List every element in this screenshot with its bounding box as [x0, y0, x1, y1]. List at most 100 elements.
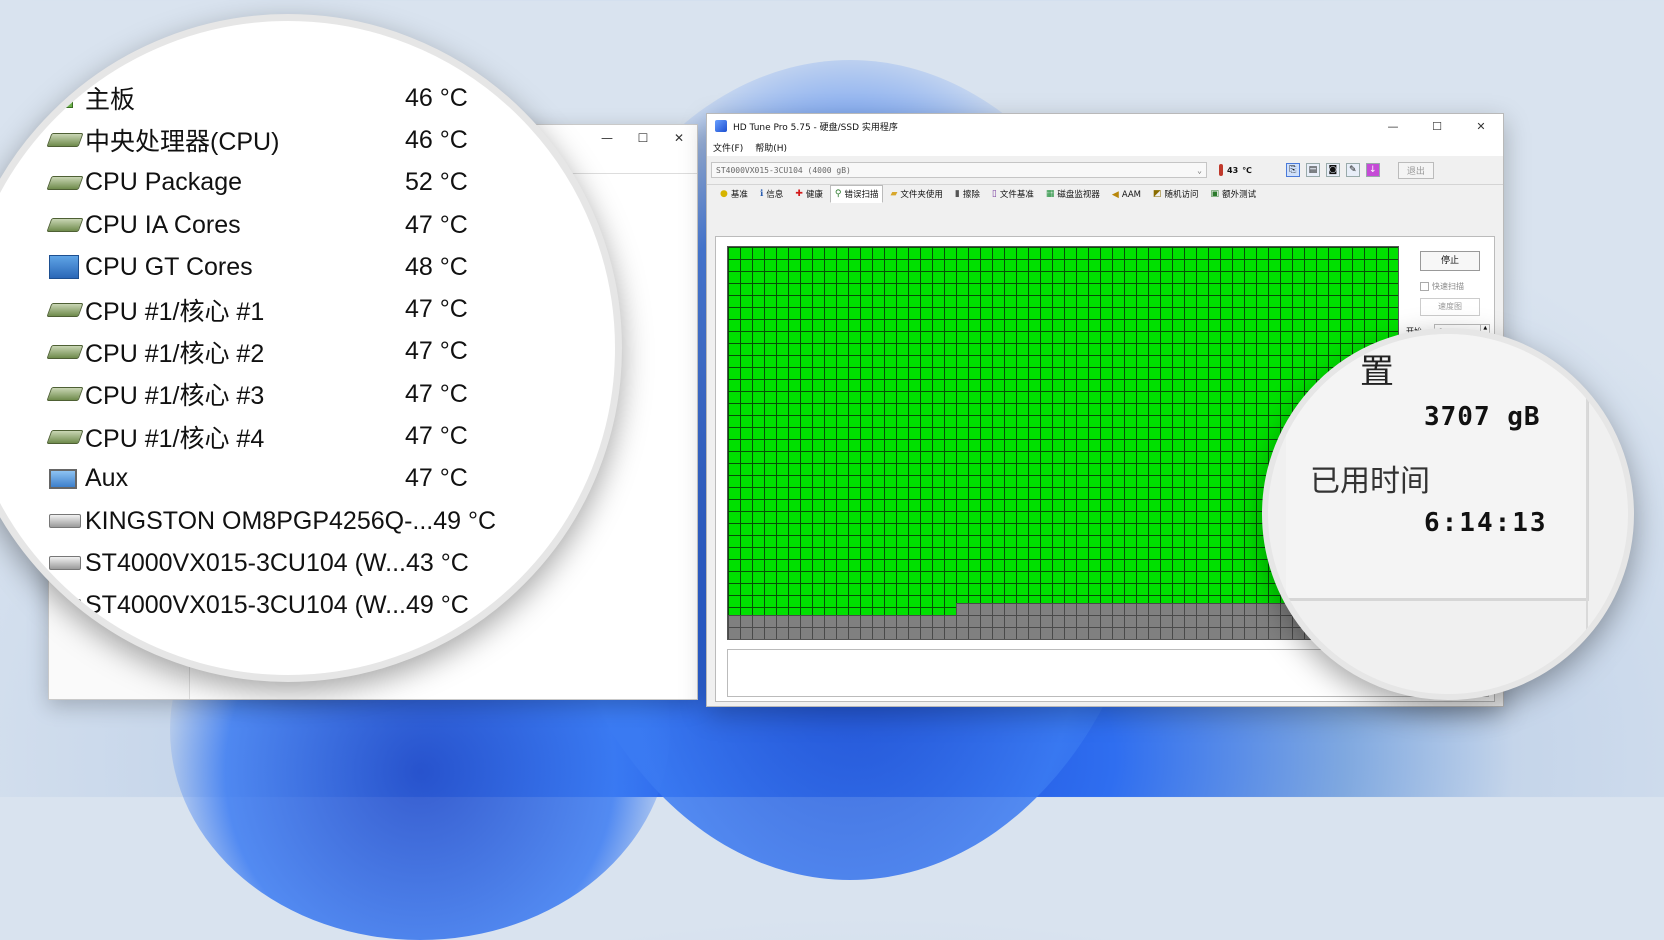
sensor-value: 47 °C — [405, 379, 468, 408]
sensor-value: 49 °C — [406, 591, 469, 620]
sensor-name: ST4000VX015-3CU104 (W... — [85, 548, 406, 577]
sensor-name: CPU #1/核心 #3 — [85, 382, 265, 411]
temperature-indicator: 43 ℃ — [1219, 164, 1252, 176]
menubar: 文件(F) 帮助(H) — [707, 138, 1503, 156]
gpu-icon — [49, 255, 81, 280]
capacity-label-partial: 置 — [1360, 352, 1394, 392]
chevron-down-icon: ⌄ — [1197, 165, 1202, 175]
tab-random-access[interactable]: ◩ 随机访问 — [1148, 185, 1204, 203]
pending-blocks-region — [728, 615, 956, 639]
tab-label: AAM — [1121, 190, 1142, 200]
sensor-value: 46 °C — [405, 83, 468, 112]
cpu-chip-icon — [46, 301, 84, 319]
random-access-icon: ◩ — [1153, 189, 1162, 199]
tab-disk-monitor[interactable]: ▦ 磁盘监视器 — [1041, 185, 1105, 203]
health-cross-icon: ✚ — [795, 189, 803, 199]
speaker-icon: ◀ — [1111, 190, 1119, 200]
cpu-chip-icon — [46, 174, 84, 192]
sensor-row: CPU IA Cores 47 °C — [46, 204, 469, 246]
sensor-value: 47 °C — [405, 464, 468, 493]
menu-help[interactable]: 帮助(H) — [755, 141, 787, 154]
cpu-chip-icon — [46, 216, 84, 234]
maximize-button[interactable]: ☐ — [625, 131, 661, 145]
cpu-chip-icon — [46, 343, 84, 361]
tab-extra-tests[interactable]: ▣ 额外测试 — [1206, 185, 1262, 203]
sensor-value: 47 °C — [405, 337, 468, 366]
exit-button[interactable]: 退出 — [1397, 161, 1434, 179]
toolbar: ST4000VX015-3CU104 (4000 gB) ⌄ 43 ℃ ⎘ ▤ … — [707, 156, 1503, 185]
sensor-value: 47 °C — [405, 210, 468, 239]
tab-aam[interactable]: ◀ AAM — [1107, 187, 1146, 203]
cpu-chip-icon — [46, 131, 84, 149]
sensor-name: CPU IA Cores — [85, 210, 241, 239]
sensor-value: 47 °C — [405, 295, 468, 324]
sensor-value: 49 °C — [433, 506, 497, 535]
camera-icon[interactable]: ◙ — [1325, 163, 1340, 177]
tab-label: 磁盘监视器 — [1057, 190, 1100, 200]
menu-file[interactable]: 文件(F) — [713, 141, 743, 154]
tab-info[interactable]: ℹ 信息 — [755, 185, 788, 203]
options-icon[interactable]: ✎ — [1345, 163, 1360, 177]
sensor-row: 主板 46 °C — [49, 77, 469, 119]
drive-icon — [49, 554, 81, 572]
sensor-name: 中央处理器(CPU) — [85, 128, 280, 157]
quick-scan-checkbox[interactable]: 快速扫描 — [1420, 281, 1490, 292]
save-icon[interactable]: ↓ — [1365, 163, 1380, 177]
minimize-button[interactable]: — — [1371, 120, 1415, 133]
file-icon: ▯ — [991, 189, 997, 199]
sensor-row: Aux 47 °C — [49, 458, 469, 500]
thermometer-icon — [1219, 164, 1223, 176]
bulb-icon: ● — [720, 189, 728, 199]
window-title: HD Tune Pro 5.75 - 硬盘/SSD 实用程序 — [733, 122, 898, 133]
minimize-button[interactable]: — — [589, 131, 625, 145]
sensor-row: 中央处理器(CPU) 46 °C — [46, 119, 469, 161]
copy-text-icon[interactable]: ▤ — [1305, 163, 1320, 177]
tab-benchmark[interactable]: ● 基准 — [715, 185, 753, 203]
elapsed-time-label: 已用时间 — [1310, 464, 1430, 499]
sensor-row: CPU #1/核心 #1 47 °C — [46, 288, 469, 330]
copy-info-icon[interactable]: ⎘ — [1285, 163, 1300, 177]
tab-folder-usage[interactable]: ▰ 文件夹使用 — [885, 185, 947, 203]
extra-tests-icon: ▣ — [1210, 189, 1220, 199]
sensor-row: CPU Package 52 °C — [46, 162, 469, 204]
info-icon: ℹ — [759, 189, 764, 199]
drive-icon — [49, 597, 81, 615]
speed-map-button[interactable]: 速度图 — [1420, 298, 1480, 316]
tab-label: 信息 — [766, 190, 784, 200]
close-button[interactable]: ✕ — [1459, 120, 1503, 133]
sensor-value: 48 °C — [405, 252, 468, 281]
tab-error-scan[interactable]: ⚲ 错误扫描 — [829, 185, 884, 203]
cpu-chip-icon — [46, 385, 84, 403]
tab-label: 错误扫描 — [844, 190, 879, 200]
sensor-value: 46 °C — [405, 125, 468, 154]
sensor-name: CPU #1/核心 #2 — [85, 339, 265, 368]
monitor-chart-icon: ▦ — [1045, 189, 1055, 199]
tab-health[interactable]: ✚ 健康 — [790, 185, 828, 203]
tab-label: 额外测试 — [1222, 190, 1257, 200]
scanned-size-value: 3707 gB — [1424, 402, 1541, 432]
tab-label: 随机访问 — [1164, 190, 1199, 200]
tab-erase[interactable]: ▮ 擦除 — [950, 185, 985, 203]
drive-select-value: ST4000VX015-3CU104 (4000 gB) — [716, 165, 851, 175]
stop-button[interactable]: 停止 — [1420, 251, 1480, 271]
toolbar-icons: ⎘ ▤ ◙ ✎ ↓ — [1285, 163, 1380, 177]
tab-file-benchmark[interactable]: ▯ 文件基准 — [987, 185, 1039, 203]
tab-label: 文件夹使用 — [900, 190, 943, 200]
sensor-name: 主板 — [85, 86, 136, 115]
hdtune-titlebar: HD Tune Pro 5.75 - 硬盘/SSD 实用程序 — ☐ ✕ — [707, 114, 1503, 138]
tab-label: 擦除 — [962, 190, 980, 200]
drive-icon — [49, 512, 81, 530]
drive-select[interactable]: ST4000VX015-3CU104 (4000 gB) ⌄ — [711, 162, 1207, 178]
sensor-name: CPU #1/核心 #4 — [85, 424, 265, 453]
sensor-list: 主板 46 °C 中央处理器(CPU) 46 °C CPU Package 52… — [46, 77, 496, 627]
maximize-button[interactable]: ☐ — [1415, 120, 1459, 133]
sensor-cut-text: 母 — [75, 647, 102, 677]
tab-label: 文件基准 — [999, 190, 1034, 200]
tab-label: 健康 — [805, 190, 823, 200]
temperature-value: 43 — [1227, 165, 1239, 175]
sensor-value: 43 °C — [406, 548, 469, 577]
close-button[interactable]: ✕ — [661, 131, 697, 145]
checkbox-box — [1420, 282, 1429, 291]
sensor-value: 52 °C — [405, 168, 468, 197]
tab-bar: ● 基准 ℹ 信息 ✚ 健康 ⚲ 错误扫描 ▰ 文件夹使用 ▮ 擦除 ▯ 文件基准 ▦ 磁盘监视… — [707, 185, 1503, 203]
